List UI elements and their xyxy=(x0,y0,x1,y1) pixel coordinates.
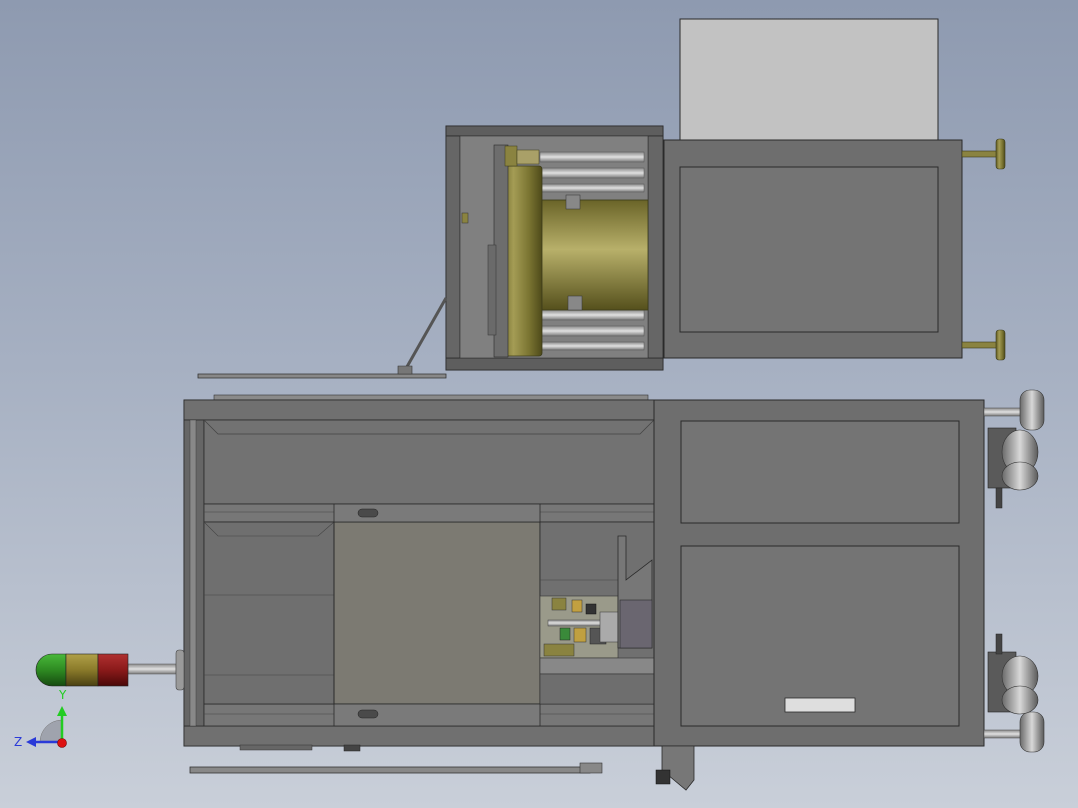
gripper-mechanism xyxy=(539,595,619,659)
sliding-plate xyxy=(333,521,541,705)
keyhole-slot-bottom xyxy=(357,709,379,719)
signal-lamp-yellow xyxy=(65,653,99,687)
base-rail xyxy=(189,766,591,774)
upper-cabinet-door xyxy=(679,166,939,333)
frame-upper-bay xyxy=(203,419,655,505)
caster-top xyxy=(983,389,1045,509)
cabinet-handle[interactable] xyxy=(784,697,856,713)
x-axis-dot xyxy=(57,738,67,748)
tray-plate xyxy=(197,373,447,379)
signal-tower xyxy=(35,649,185,691)
cylinder-body xyxy=(539,199,649,311)
keyhole-slot-top xyxy=(357,508,379,518)
leveling-foot-upper xyxy=(961,138,1006,170)
top-cover xyxy=(679,18,939,144)
lower-cabinet-door-top xyxy=(680,420,960,524)
y-axis-label: Y xyxy=(58,688,67,702)
orientation-triad[interactable]: Y Z xyxy=(14,688,67,749)
leveling-foot-lower xyxy=(961,329,1006,361)
support-strut xyxy=(402,297,448,373)
signal-lamp-red xyxy=(97,653,129,687)
cad-viewport[interactable]: Y Z xyxy=(0,0,1078,808)
caster-bottom xyxy=(983,633,1045,753)
signal-lamp-green xyxy=(35,653,67,687)
lower-module xyxy=(183,389,1045,791)
frame-left-bay xyxy=(203,521,335,705)
assembly-drawing: Y Z xyxy=(14,18,1045,791)
upper-module xyxy=(197,18,1006,379)
z-axis-label: Z xyxy=(14,735,22,749)
